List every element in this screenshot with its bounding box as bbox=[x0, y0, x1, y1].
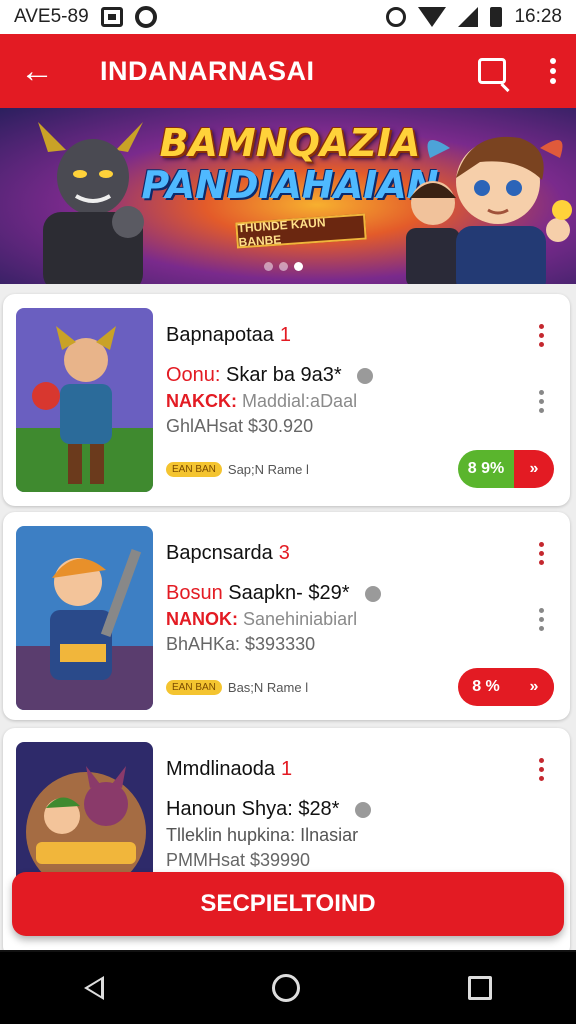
item-line1: Hanoun Shya: $28* bbox=[166, 798, 372, 821]
item-title: Bapnapotaa 1 bbox=[166, 324, 291, 347]
arrow-left-icon[interactable]: ← bbox=[20, 54, 64, 88]
item-price-line: GhlAHsat $30.920 bbox=[166, 416, 314, 436]
price-button-label: 8 % bbox=[472, 678, 500, 695]
price-button-label: 8 9% bbox=[458, 450, 514, 488]
item-tag: EAN BAN bbox=[166, 462, 222, 477]
verified-icon bbox=[357, 367, 374, 384]
banner-ribbon: THUNDE KAUN BANBE bbox=[235, 213, 367, 249]
item-line1: Oonu: Skar ba 9a3* bbox=[166, 364, 374, 387]
item-line1-prefix: Bosun bbox=[166, 582, 223, 604]
list-item[interactable]: Bapnapotaa 1 Oonu: Skar ba 9a3* NAKCK: Ma… bbox=[3, 294, 570, 506]
carousel-dot[interactable] bbox=[264, 262, 273, 271]
banner-title-line1: BAMNQAZIA bbox=[159, 121, 421, 165]
primary-cta-button[interactable]: SECPIELTOIND bbox=[12, 872, 564, 936]
more-vert-icon[interactable] bbox=[550, 58, 556, 84]
promo-banner[interactable]: BAMNQAZIA PANDIAHAIAN THUNDE KAUN BANBE bbox=[0, 108, 576, 284]
system-nav-bar bbox=[0, 952, 576, 1024]
carousel-indicator[interactable] bbox=[264, 262, 303, 271]
signal-icon bbox=[458, 7, 479, 27]
more-vert-icon[interactable] bbox=[539, 542, 544, 565]
carousel-dot[interactable] bbox=[279, 262, 288, 271]
nav-recents-icon[interactable] bbox=[468, 976, 492, 1000]
status-carrier-text: AVE5-89 bbox=[14, 6, 89, 27]
item-badge-text: Sap;N Rame l bbox=[227, 462, 309, 477]
list-item[interactable]: Bapcnsarda 3 Bosun Saapkn- $29* NANOK: Sa… bbox=[3, 512, 570, 720]
nav-home-icon[interactable] bbox=[272, 974, 300, 1002]
nav-back-icon[interactable] bbox=[84, 976, 104, 1000]
item-line1-text: Hanoun Shya: $28* bbox=[166, 798, 340, 820]
alarm-icon bbox=[386, 7, 407, 27]
item-title: Bapcnsarda 3 bbox=[166, 542, 290, 565]
record-notification-icon bbox=[134, 6, 157, 28]
price-button[interactable]: 8 9% » bbox=[458, 450, 554, 488]
game-thumbnail[interactable] bbox=[16, 526, 153, 710]
more-vert-icon[interactable] bbox=[539, 758, 544, 781]
wifi-icon bbox=[418, 7, 447, 27]
page-title: INDANARNASAI bbox=[100, 55, 315, 86]
verified-icon bbox=[355, 801, 372, 818]
item-line2-prefix: NANOK: bbox=[166, 609, 238, 629]
item-badge-text: Bas;N Rame l bbox=[227, 680, 309, 695]
carousel-dot-active[interactable] bbox=[294, 262, 303, 271]
item-title-text: Bapcnsarda bbox=[166, 542, 273, 564]
item-line2: NANOK: Sanehiniabiarl bbox=[166, 609, 357, 630]
item-title-number: 1 bbox=[280, 758, 293, 780]
item-title-text: Bapnapotaa bbox=[166, 324, 274, 346]
game-thumbnail[interactable] bbox=[16, 308, 153, 492]
chat-icon[interactable] bbox=[478, 58, 506, 84]
item-badge-row: EAN BAN Sap;N Rame l bbox=[166, 462, 309, 477]
hero-character-illustration bbox=[427, 136, 572, 284]
item-title-text: Mmdlinaoda bbox=[166, 758, 275, 780]
item-line2-prefix: NAKCK: bbox=[166, 391, 237, 411]
item-line2: Tlleklin hupkina: Ilnasiar bbox=[166, 825, 359, 845]
item-line2-text: Sanehiniabiarl bbox=[243, 609, 358, 629]
more-vert-icon[interactable] bbox=[539, 608, 544, 631]
item-line2-text: Maddial:aDaal bbox=[242, 391, 358, 411]
product-list[interactable]: Bapnapotaa 1 Oonu: Skar ba 9a3* NAKCK: Ma… bbox=[0, 284, 576, 950]
status-time: 16:28 bbox=[514, 6, 562, 27]
item-tag: EAN BAN bbox=[166, 680, 222, 695]
item-badge-row: EAN BAN Bas;N Rame l bbox=[166, 680, 308, 695]
item-line1-text: Saapkn- $29* bbox=[228, 582, 350, 604]
double-chevron-right-icon: » bbox=[514, 450, 554, 488]
battery-icon bbox=[490, 7, 503, 27]
item-title: Mmdlinaoda 1 bbox=[166, 758, 292, 781]
status-bar: AVE5-89 16:28 bbox=[0, 0, 576, 34]
item-title-number: 1 bbox=[279, 324, 292, 346]
gallery-notification-icon bbox=[100, 7, 123, 27]
item-line1-prefix: Oonu: bbox=[166, 364, 221, 386]
item-line2: NAKCK: Maddial:aDaal bbox=[166, 391, 357, 412]
item-price-line: BhAHKa: $393330 bbox=[166, 634, 316, 654]
item-line1-text: Skar ba 9a3* bbox=[226, 364, 342, 386]
more-vert-icon[interactable] bbox=[539, 324, 544, 347]
app-bar: ← INDANARNASAI bbox=[0, 34, 576, 108]
item-line1: Bosun Saapkn- $29* bbox=[166, 582, 382, 605]
verified-icon bbox=[365, 585, 382, 602]
price-button[interactable]: 8 % » bbox=[458, 668, 554, 706]
item-price-line: PMMHsat $39990 bbox=[166, 850, 311, 870]
double-chevron-right-icon: » bbox=[514, 668, 554, 706]
item-title-number: 3 bbox=[278, 542, 290, 564]
more-vert-icon[interactable] bbox=[539, 390, 544, 413]
